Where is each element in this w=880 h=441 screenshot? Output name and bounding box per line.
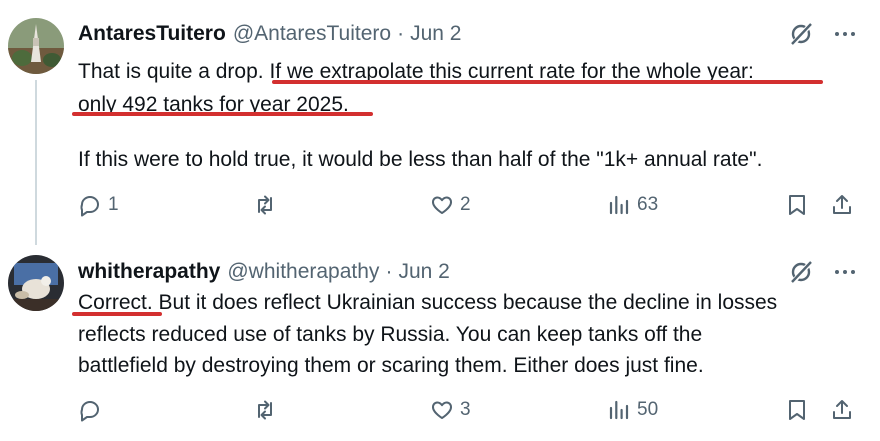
heart-icon <box>431 401 453 419</box>
thread-line <box>35 80 37 245</box>
bookmark-button[interactable] <box>785 190 809 220</box>
grok-icon[interactable] <box>788 21 814 47</box>
repost-icon <box>258 195 272 215</box>
avatar[interactable] <box>8 18 64 74</box>
tweet-text-line: battlefield by destroying them or scarin… <box>78 354 704 377</box>
tweet-text-line: reflects reduced use of tanks by Russia.… <box>78 323 703 346</box>
view-count: 63 <box>637 194 659 215</box>
display-name[interactable]: AntaresTuitero <box>78 22 226 46</box>
reply-count: 1 <box>108 194 119 215</box>
views-button[interactable]: 50 <box>607 395 658 425</box>
tweet-header: whitherapathy @whitherapathy · Jun 2 <box>78 258 450 286</box>
heart-icon <box>431 196 453 214</box>
tweet-header: AntaresTuitero @AntaresTuitero · Jun 2 <box>78 20 461 48</box>
bookmark-icon <box>789 400 805 420</box>
like-count: 2 <box>460 194 471 215</box>
repost-icon <box>258 400 272 420</box>
share-button[interactable] <box>830 190 854 220</box>
views-icon <box>609 400 629 420</box>
share-button[interactable] <box>830 395 854 425</box>
more-options-icon[interactable] <box>832 259 858 285</box>
user-handle[interactable]: @AntaresTuitero <box>233 22 391 46</box>
tweet-text-segment: But it does reflect Ukrainian success be… <box>152 291 778 314</box>
share-icon <box>833 195 851 214</box>
avatar[interactable] <box>8 255 64 311</box>
tweet-text-segment: Correct. <box>78 291 153 314</box>
views-button[interactable]: 63 <box>607 190 658 220</box>
tweet-text-segment: That is quite a drop <box>78 60 258 83</box>
red-underline <box>72 112 373 116</box>
reply-icon <box>80 401 99 422</box>
tweet-date[interactable]: Jun 2 <box>398 260 449 284</box>
views-icon <box>609 195 629 215</box>
share-icon <box>833 400 851 419</box>
reply-button[interactable]: 1 <box>78 190 119 220</box>
grok-icon[interactable] <box>788 259 814 285</box>
bookmark-icon <box>789 195 805 215</box>
tweet-text-line: only 492 tanks for year 2025. <box>78 93 349 116</box>
display-name[interactable]: whitherapathy <box>78 260 220 284</box>
action-bar: 1 2 63 <box>0 190 880 220</box>
separator: · <box>385 260 393 283</box>
view-count: 50 <box>637 399 659 420</box>
action-bar: 3 50 <box>0 395 880 425</box>
more-options-icon[interactable] <box>832 21 858 47</box>
reply-button[interactable] <box>78 395 108 425</box>
repost-button[interactable] <box>253 395 283 425</box>
tweet-date[interactable]: Jun 2 <box>410 22 461 46</box>
tweet-text-line: If this were to hold true, it would be l… <box>78 148 763 171</box>
like-button[interactable]: 2 <box>430 190 471 220</box>
red-underline <box>272 80 823 84</box>
user-handle[interactable]: @whitherapathy <box>227 260 379 284</box>
tweet-text-line: Correct. But it does reflect Ukrainian s… <box>78 286 777 319</box>
red-underline <box>72 312 162 316</box>
reply-icon <box>80 196 99 217</box>
tweet-2[interactable]: whitherapathy @whitherapathy · Jun 2 Cor… <box>0 240 880 441</box>
like-button[interactable]: 3 <box>430 395 471 425</box>
separator: · <box>397 22 405 45</box>
bookmark-button[interactable] <box>785 395 809 425</box>
like-count: 3 <box>460 399 471 420</box>
tweet-1[interactable]: AntaresTuitero @AntaresTuitero · Jun 2 T… <box>0 0 880 245</box>
repost-button[interactable] <box>253 190 283 220</box>
